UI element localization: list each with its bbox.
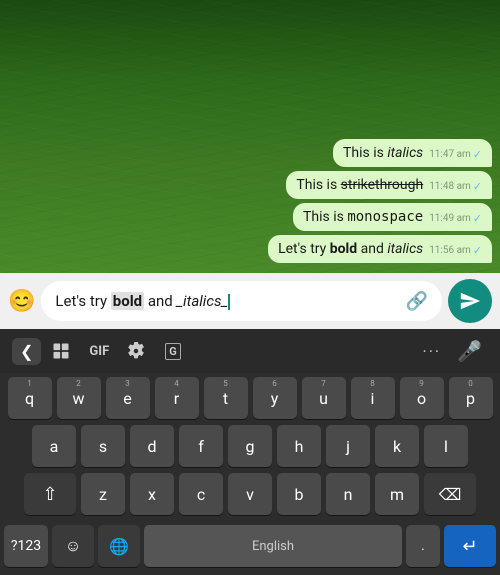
key-y[interactable]: 6y [253, 377, 297, 419]
key-v[interactable]: v [228, 473, 272, 515]
key-o[interactable]: 9o [400, 377, 444, 419]
check-icon: ✓ [473, 244, 482, 257]
strike-text: strikethrough [341, 177, 424, 193]
space-key[interactable]: English [144, 525, 402, 567]
italic-text: italics [387, 145, 423, 161]
message-bubble: This is monospace 11:49 am ✓ [293, 203, 492, 231]
message-input[interactable]: Let's try bold and _italics_ 🔗 [41, 281, 442, 321]
period-key[interactable]: . [406, 525, 440, 567]
gear-icon [127, 342, 145, 360]
check-icon: ✓ [473, 180, 482, 193]
chat-area: This is italics 11:47 am ✓ This is strik… [0, 0, 500, 273]
italic-text: italics [387, 241, 423, 257]
sticker-button[interactable] [41, 337, 81, 365]
keyboard-row-1: 1q 2w 3e 4r 5t 6y 7u 8i 9o 0p [2, 377, 498, 419]
message-text: This is monospace [303, 209, 423, 225]
key-p[interactable]: 0p [449, 377, 493, 419]
message-time: 11:48 am ✓ [429, 180, 482, 193]
back-button[interactable]: ❮ [12, 338, 41, 365]
input-text-content[interactable]: Let's try bold and _italics_ [55, 292, 399, 310]
key-r[interactable]: 4r [155, 377, 199, 419]
more-button[interactable]: ··· [413, 338, 452, 365]
key-f[interactable]: f [179, 425, 223, 467]
key-j[interactable]: j [326, 425, 370, 467]
key-g[interactable]: g [228, 425, 272, 467]
keyboard-row-2: a s d f g h j k l [2, 425, 498, 467]
message-bubble: This is italics 11:47 am ✓ [333, 139, 492, 167]
num-key[interactable]: ?123 [4, 525, 48, 567]
message-bubble: Let's try bold and italics 11:56 am ✓ [268, 235, 492, 263]
gif-button[interactable]: GIF [81, 340, 117, 363]
enter-key[interactable]: ↵ [444, 525, 496, 567]
bold-formatted: bold [111, 292, 144, 310]
message-time: 11:49 am ✓ [429, 212, 482, 225]
mono-text: monospace [347, 209, 423, 225]
globe-key[interactable]: 🌐 [98, 525, 140, 567]
translate-icon: G [165, 343, 181, 360]
message-bubble: This is strikethrough 11:48 am ✓ [286, 171, 492, 199]
key-b[interactable]: b [277, 473, 321, 515]
key-i[interactable]: 8i [351, 377, 395, 419]
keyboard-bottom-row: ?123 ☺ 🌐 English . ↵ [0, 521, 500, 575]
key-z[interactable]: z [81, 473, 125, 515]
message-text: This is strikethrough [296, 177, 423, 193]
sticker-icon [51, 341, 71, 361]
key-d[interactable]: d [130, 425, 174, 467]
input-bar: 😊 Let's try bold and _italics_ 🔗 [0, 273, 500, 329]
key-m[interactable]: m [375, 473, 419, 515]
key-s[interactable]: s [81, 425, 125, 467]
message-time: 11:56 am ✓ [429, 244, 482, 257]
italic-formatted: _italics_ [176, 292, 228, 310]
key-n[interactable]: n [326, 473, 370, 515]
key-c[interactable]: c [179, 473, 223, 515]
send-button[interactable] [448, 279, 492, 323]
key-e[interactable]: 3e [106, 377, 150, 419]
key-q[interactable]: 1q [8, 377, 52, 419]
check-icon: ✓ [473, 212, 482, 225]
keyboard-toolbar: ❮ GIF G ··· 🎤 [0, 329, 500, 373]
translate-button[interactable]: G [155, 339, 191, 364]
text-cursor [228, 294, 230, 310]
bold-text: bold [330, 241, 357, 257]
message-text: Let's try bold and italics [278, 241, 423, 257]
mic-button[interactable]: 🎤 [451, 335, 488, 367]
delete-key[interactable]: ⌫ [424, 473, 476, 515]
message-text: This is italics [343, 145, 423, 161]
keyboard: 1q 2w 3e 4r 5t 6y 7u 8i 9o 0p a s d f g … [0, 373, 500, 521]
key-x[interactable]: x [130, 473, 174, 515]
emoji-key[interactable]: ☺ [52, 525, 94, 567]
emoji-button[interactable]: 😊 [8, 289, 35, 314]
key-w[interactable]: 2w [57, 377, 101, 419]
keyboard-row-3: ⇧ z x c v b n m ⌫ [2, 473, 498, 515]
key-l[interactable]: l [424, 425, 468, 467]
key-a[interactable]: a [32, 425, 76, 467]
key-t[interactable]: 5t [204, 377, 248, 419]
send-icon [459, 290, 481, 312]
attach-button[interactable]: 🔗 [406, 291, 428, 312]
shift-key[interactable]: ⇧ [24, 473, 76, 515]
check-icon: ✓ [473, 148, 482, 161]
key-k[interactable]: k [375, 425, 419, 467]
key-u[interactable]: 7u [302, 377, 346, 419]
message-time: 11:47 am ✓ [429, 148, 482, 161]
key-h[interactable]: h [277, 425, 321, 467]
settings-button[interactable] [117, 338, 155, 364]
